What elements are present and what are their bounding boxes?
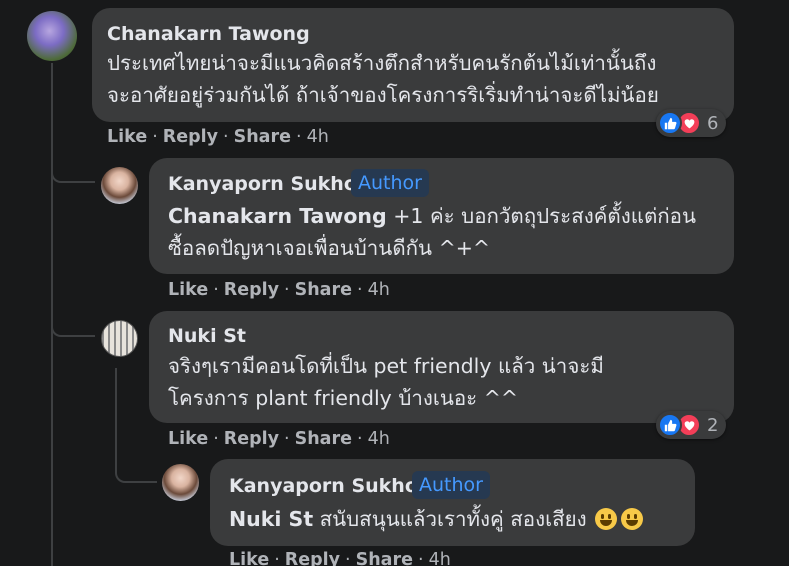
comment-text-line: จะอาศัยอยู่ร่วมกันได้ ถ้าเจ้าของโครงการร… [107,83,659,107]
avatar[interactable] [27,11,77,61]
comment-text: จริงๆเรามีคอนโดที่เป็น pet friendly แล้ว… [168,350,604,414]
comment-text: ประเทศไทยน่าจะมีแนวคิดสร้างตึกสำหรับคนรั… [107,47,659,111]
comment-author[interactable]: Chanakarn Tawong [107,23,310,45]
comment-text-line: Nuki St สนับสนุนแล้วเราทั้งคู่ สองเสียง [229,503,645,535]
author-badge: Author [412,471,490,499]
comment-actions: Like · Reply · Share · 4h [168,280,390,300]
timestamp[interactable]: 4h [307,127,329,147]
reaction-count: 6 [707,112,719,134]
avatar[interactable] [162,464,199,501]
comment-text-line: ซื้อลดปัญหาเจอเพื่อนบ้านดีกัน ^+^ [168,236,491,260]
mention-link[interactable]: Nuki St [229,507,313,531]
reply-link[interactable]: Reply [224,429,279,449]
share-link[interactable]: Share [295,280,352,300]
author-badge: Author [351,169,429,197]
reaction-summary[interactable]: 6 [656,109,727,137]
comment-text-line: โครงการ plant friendly บ้างเนอะ ^^ [168,386,519,410]
grinning-emoji-icon [621,508,644,530]
thread-line-branch-2 [51,310,95,337]
like-link[interactable]: Like [107,127,147,147]
comment-text: Chanakarn Tawong +1 ค่ะ บอกวัตถุประสงค์ต… [168,200,696,264]
reaction-summary[interactable]: 2 [656,411,727,439]
comment-author[interactable]: Kanyaporn Sukhok [168,173,370,195]
reply-link[interactable]: Reply [224,280,279,300]
reply-link[interactable]: Reply [163,127,218,147]
grinning-emoji-icon [595,508,618,530]
share-link[interactable]: Share [356,550,413,566]
mention-link[interactable]: Chanakarn Tawong [168,204,387,228]
comment-author[interactable]: Nuki St [168,325,246,347]
like-link[interactable]: Like [168,429,208,449]
like-link[interactable]: Like [168,280,208,300]
like-reaction-icon [658,413,682,437]
timestamp[interactable]: 4h [368,429,390,449]
timestamp[interactable]: 4h [429,550,451,566]
share-link[interactable]: Share [234,127,291,147]
comment-actions: Like · Reply · Share · 4h [229,550,451,566]
avatar[interactable] [101,320,138,357]
comment-actions: Like · Reply · Share · 4h [107,127,329,147]
share-link[interactable]: Share [295,429,352,449]
comment-text-line: จริงๆเรามีคอนโดที่เป็น pet friendly แล้ว… [168,354,604,378]
reply-link[interactable]: Reply [285,550,340,566]
comment-actions: Like · Reply · Share · 4h [168,429,390,449]
like-reaction-icon [658,111,682,135]
comment-text: Nuki St สนับสนุนแล้วเราทั้งคู่ สองเสียง [229,503,645,535]
thread-line-branch-1 [51,156,95,183]
timestamp[interactable]: 4h [368,280,390,300]
like-link[interactable]: Like [229,550,269,566]
comment-text-line: ประเทศไทยน่าจะมีแนวคิดสร้างตึกสำหรับคนรั… [107,51,657,75]
avatar[interactable] [101,167,138,204]
reaction-count: 2 [707,414,719,436]
comment-text-line: Chanakarn Tawong +1 ค่ะ บอกวัตถุประสงค์ต… [168,204,697,228]
comment-author[interactable]: Kanyaporn Sukhok [229,475,431,497]
